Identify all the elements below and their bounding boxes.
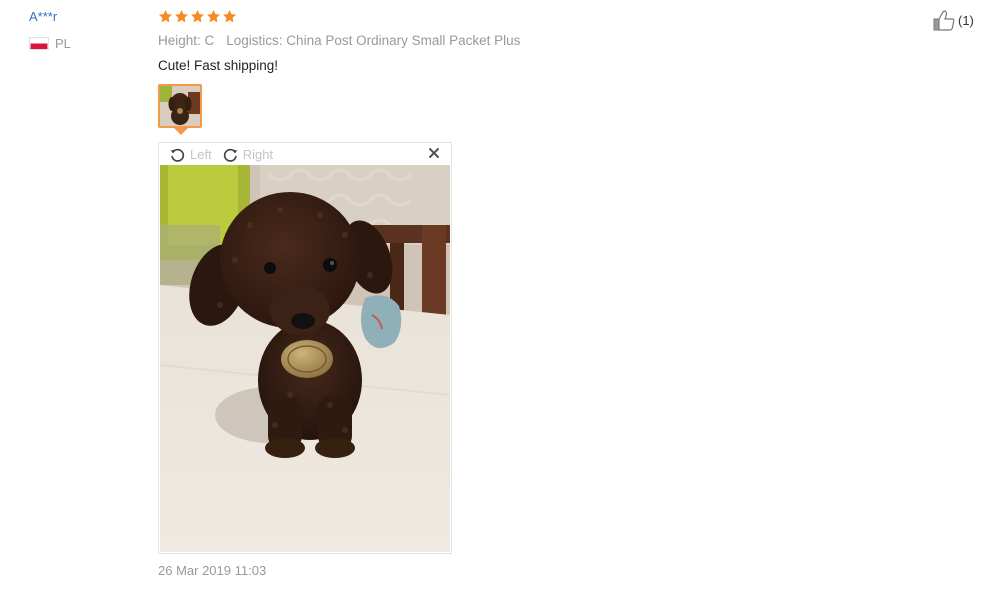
review-photo-thumbnail[interactable] [158,84,202,128]
thumbnail-pointer [174,128,188,135]
dog-photo-image [160,165,450,552]
photo-viewer-toolbar: Left Right [159,143,451,165]
poland-flag-icon [29,37,49,50]
reviewer-name[interactable]: A***r [29,9,57,24]
reviewer-country: PL [29,36,71,51]
star-icon [190,9,205,23]
attribute-logistics: Logistics: China Post Ordinary Small Pac… [226,33,521,48]
star-icon [222,9,237,23]
rotate-right-label: Right [242,146,274,162]
rotate-left-icon [170,148,185,162]
review-date: 26 Mar 2019 11:03 [158,563,267,578]
star-icon [158,9,173,23]
thumbs-up-icon [933,10,955,31]
star-rating [158,9,237,24]
review-attributes: Height: C Logistics: China Post Ordinary … [158,33,520,48]
rotate-left-button[interactable]: Left [169,146,212,163]
star-icon [206,9,221,23]
review-text: Cute! Fast shipping! [158,58,279,73]
rotate-left-label: Left [190,146,212,162]
rotate-right-button[interactable]: Right [222,146,273,163]
dog-photo-thumbnail-image [160,86,200,126]
photo-viewer: Left Right [158,142,452,554]
attribute-height: Height: C [158,33,215,48]
helpful-count: (1) [958,12,974,28]
rotate-right-icon [223,148,238,162]
star-icon [174,9,189,23]
review-item: A***r PL Height: C Logistics: China Post … [0,0,1000,590]
country-code: PL [55,36,71,51]
review-photo [160,165,450,552]
close-icon[interactable] [427,146,441,160]
helpful-button[interactable]: (1) [932,9,974,31]
